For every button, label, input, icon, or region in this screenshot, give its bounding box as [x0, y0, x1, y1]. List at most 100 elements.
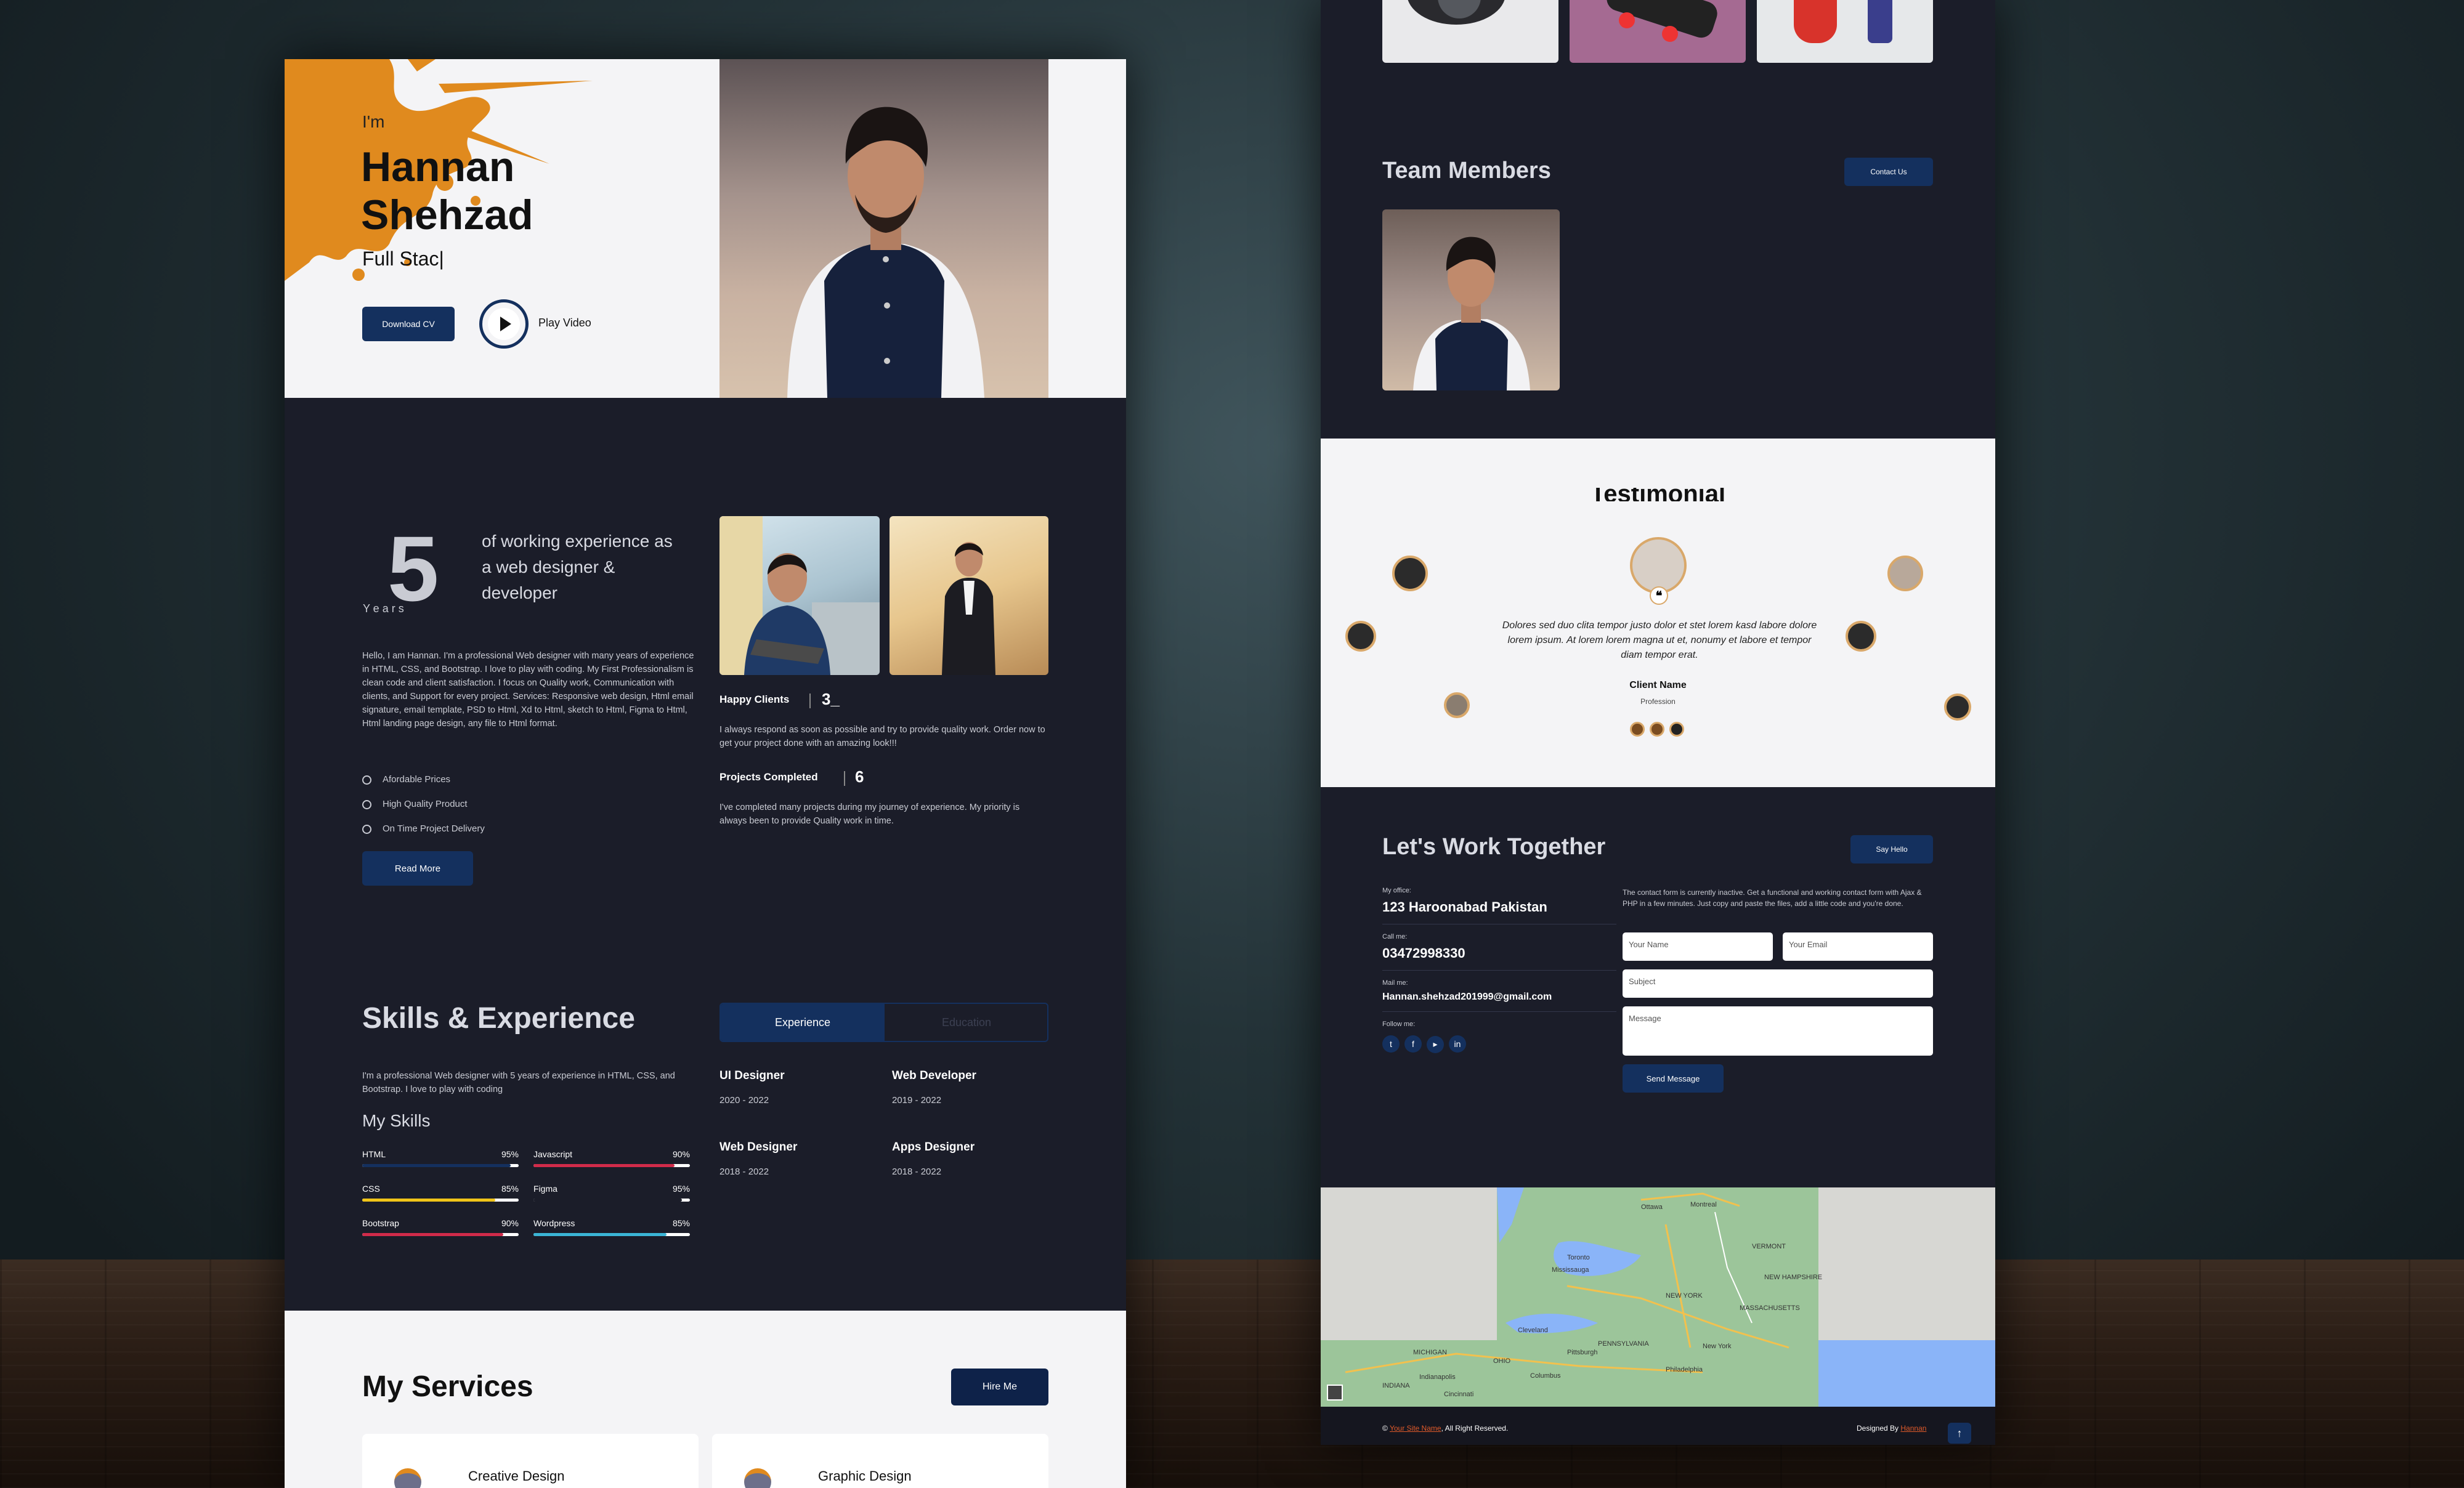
email-field[interactable]: Your Email	[1783, 932, 1933, 961]
projects-value: 6	[855, 767, 864, 786]
designer-link[interactable]: Hannan	[1900, 1424, 1926, 1433]
send-message-button[interactable]: Send Message	[1623, 1064, 1724, 1093]
feature-list: Afordable Prices High Quality Product On…	[362, 767, 485, 841]
call-label: Call me:	[1382, 933, 1408, 940]
service-icon	[394, 1468, 421, 1488]
back-to-top-button[interactable]: ↑	[1948, 1423, 1971, 1444]
skill-bar	[362, 1199, 495, 1202]
experience-item: UI Designer 2020 - 2022	[719, 1069, 785, 1106]
map-label: Montreal	[1690, 1201, 1717, 1208]
map-label: Philadelphia	[1666, 1366, 1703, 1373]
carousel-dot-active[interactable]	[1669, 722, 1684, 737]
service-title: Graphic Design	[818, 1468, 912, 1484]
map-layer-toggle[interactable]	[1327, 1385, 1343, 1401]
services-title: My Services	[362, 1370, 533, 1403]
service-title: Creative Design	[468, 1468, 565, 1484]
skills-intro: I'm a professional Web designer with 5 y…	[362, 1071, 675, 1094]
map-label: Columbus	[1530, 1372, 1561, 1380]
feature-item: Afordable Prices	[362, 767, 485, 792]
map-label: New York	[1703, 1343, 1732, 1350]
carousel-dot[interactable]	[1630, 722, 1645, 737]
check-circle-icon	[362, 799, 371, 809]
say-hello-button[interactable]: Say Hello	[1850, 835, 1933, 863]
years-number: 5	[387, 517, 439, 620]
portfolio-thumb-camera	[1382, 0, 1558, 63]
divider	[844, 771, 845, 786]
client-name: Client Name	[1629, 680, 1687, 690]
tab-experience[interactable]: Experience	[721, 1004, 885, 1041]
hero-name: Hannan Shehzad	[361, 143, 533, 239]
client-profession: Profession	[1640, 697, 1676, 706]
follow-label: Follow me:	[1382, 1021, 1416, 1028]
map-label: Mississauga	[1552, 1266, 1589, 1274]
skill-percent: 95%	[672, 1184, 690, 1194]
map-label: Cincinnati	[1444, 1391, 1474, 1398]
twitter-icon[interactable]: t	[1382, 1035, 1400, 1053]
play-video-button[interactable]	[479, 299, 529, 349]
experience-item: Web Designer 2018 - 2022	[719, 1141, 798, 1177]
tab-education[interactable]: Education	[885, 1004, 1047, 1041]
download-cv-button[interactable]: Download CV	[362, 307, 455, 341]
hero-portrait	[719, 59, 1048, 398]
team-member-photo	[1382, 209, 1560, 390]
map-label: VERMONT	[1752, 1243, 1786, 1250]
office-value: 123 Haroonabad Pakistan	[1382, 899, 1547, 915]
experience-item: Web Developer 2019 - 2022	[892, 1069, 976, 1106]
contact-title: Let's Work Together	[1382, 834, 1606, 860]
mail-label: Mail me:	[1382, 979, 1408, 987]
feature-item: On Time Project Delivery	[362, 817, 485, 841]
name-field[interactable]: Your Name	[1623, 932, 1773, 961]
typed-role: Full Stac|	[362, 248, 444, 270]
skill-name: HTML	[362, 1149, 386, 1159]
read-more-button[interactable]: Read More	[362, 851, 473, 886]
office-label: My office:	[1382, 887, 1411, 894]
form-note: The contact form is currently inactive. …	[1623, 888, 1922, 908]
contact-info: My office: 123 Haroonabad Pakistan Call …	[1382, 887, 1616, 1053]
map-label: Indianapolis	[1419, 1373, 1456, 1381]
subject-field[interactable]: Subject	[1623, 969, 1933, 998]
client-avatar[interactable]	[1846, 621, 1876, 652]
portfolio-page-left: I'm Hannan Shehzad Full Stac| Download C…	[285, 59, 1126, 1488]
skill-bar	[533, 1164, 675, 1167]
map-label: MASSACHUSETTS	[1740, 1304, 1800, 1312]
youtube-icon[interactable]: ▸	[1427, 1035, 1444, 1053]
map-label: NEW HAMPSHIRE	[1764, 1274, 1823, 1281]
skill-name: Wordpress	[533, 1218, 575, 1228]
contact-us-button[interactable]: Contact Us	[1844, 158, 1933, 186]
skill-bar	[533, 1199, 683, 1202]
skills-tabs: Experience Education	[719, 1003, 1048, 1042]
happy-clients-text: I always respond as soon as possible and…	[719, 725, 1045, 748]
map-label: INDIANA	[1382, 1382, 1410, 1389]
social-links: t f ▸ in	[1382, 1035, 1616, 1053]
linkedin-icon[interactable]: in	[1449, 1035, 1466, 1053]
team-title: Team Members	[1382, 158, 1551, 184]
hero-section: I'm Hannan Shehzad Full Stac| Download C…	[285, 59, 1126, 398]
carousel-dots	[1630, 722, 1685, 738]
projects-text: I've completed many projects during my j…	[719, 803, 1020, 826]
greeting: I'm	[362, 112, 385, 131]
carousel-dot[interactable]	[1650, 722, 1664, 737]
experience-heading: of working experience as a web designer …	[482, 532, 673, 602]
service-icon	[744, 1468, 771, 1488]
site-name-link[interactable]: Your Site Name	[1390, 1424, 1441, 1433]
location-map[interactable]: Ottawa Montreal VERMONT Toronto Mississauga N…	[1321, 1187, 1995, 1407]
portfolio-thumb-bottles	[1757, 0, 1933, 63]
check-circle-icon	[362, 824, 371, 834]
map-label: OHIO	[1493, 1357, 1511, 1365]
map-label: NEW YORK	[1666, 1292, 1703, 1300]
client-avatar[interactable]	[1345, 621, 1376, 652]
hire-me-button[interactable]: Hire Me	[951, 1369, 1048, 1405]
facebook-icon[interactable]: f	[1404, 1035, 1422, 1053]
skill-percent: 85%	[501, 1184, 519, 1194]
message-field[interactable]: Message	[1623, 1006, 1933, 1056]
client-avatar[interactable]	[1392, 556, 1428, 591]
testimonial-title: Testimonial	[1590, 488, 1726, 501]
skill-name: Figma	[533, 1184, 557, 1194]
happy-clients-value: 3_	[822, 690, 840, 708]
skill-percent: 85%	[672, 1218, 690, 1228]
map-label: Toronto	[1567, 1254, 1590, 1261]
last-name: Shehzad	[361, 192, 533, 238]
footer: © Your Site Name, All Right Reserved. De…	[1321, 1407, 1995, 1445]
map-label: MICHIGAN	[1413, 1349, 1447, 1356]
client-avatar[interactable]	[1887, 556, 1923, 591]
